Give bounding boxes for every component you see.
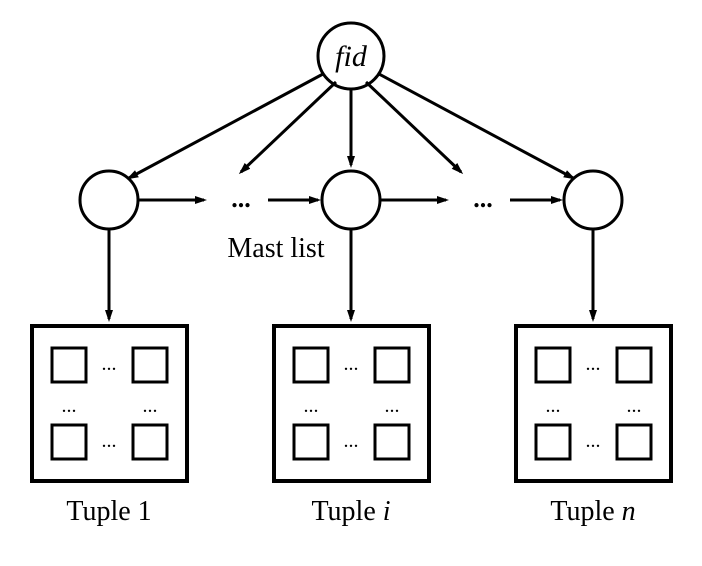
cell-icon (375, 348, 409, 382)
edge-root-to-node-n (379, 74, 573, 178)
ellipsis-icon: ... (143, 395, 158, 417)
tuple-n-box: ... ... ... ... (516, 326, 671, 481)
tuple-1-label: Tuple 1 (66, 496, 151, 527)
mast-list-label: Mast list (227, 233, 324, 264)
tuple-1-box: ... ... ... ... (32, 326, 187, 481)
tuple-i-box: ... ... ... ... (274, 326, 429, 481)
list-node-n (564, 171, 622, 229)
ellipsis-icon: ... (304, 395, 319, 417)
list-node-i (322, 171, 380, 229)
root-node-label: fid (335, 40, 368, 73)
ellipsis-icon: ... (586, 353, 601, 375)
cell-icon (133, 348, 167, 382)
cell-icon (52, 348, 86, 382)
edge-root-to-gap-right (366, 82, 461, 172)
root-node: fid (318, 23, 384, 89)
list-node-1 (80, 171, 138, 229)
ellipsis-icon: ... (62, 395, 77, 417)
cell-icon (375, 425, 409, 459)
ellipsis-icon: ... (231, 184, 251, 213)
tuple-i-label: Tuple i (311, 496, 390, 527)
cell-icon (294, 348, 328, 382)
ellipsis-icon: ... (344, 353, 359, 375)
edge-root-to-node-1 (129, 74, 323, 178)
ellipsis-icon: ... (102, 353, 117, 375)
ellipsis-icon: ... (473, 184, 493, 213)
cell-icon (617, 348, 651, 382)
diagram-canvas: fid ... ... Mast list (0, 0, 702, 566)
ellipsis-icon: ... (627, 395, 642, 417)
cell-icon (536, 348, 570, 382)
cell-icon (536, 425, 570, 459)
ellipsis-icon: ... (102, 430, 117, 452)
ellipsis-icon: ... (546, 395, 561, 417)
ellipsis-icon: ... (586, 430, 601, 452)
cell-icon (617, 425, 651, 459)
cell-icon (294, 425, 328, 459)
cell-icon (133, 425, 167, 459)
ellipsis-icon: ... (385, 395, 400, 417)
edge-root-to-gap-left (241, 82, 336, 172)
tuple-n-label: Tuple n (550, 496, 635, 527)
ellipsis-icon: ... (344, 430, 359, 452)
cell-icon (52, 425, 86, 459)
